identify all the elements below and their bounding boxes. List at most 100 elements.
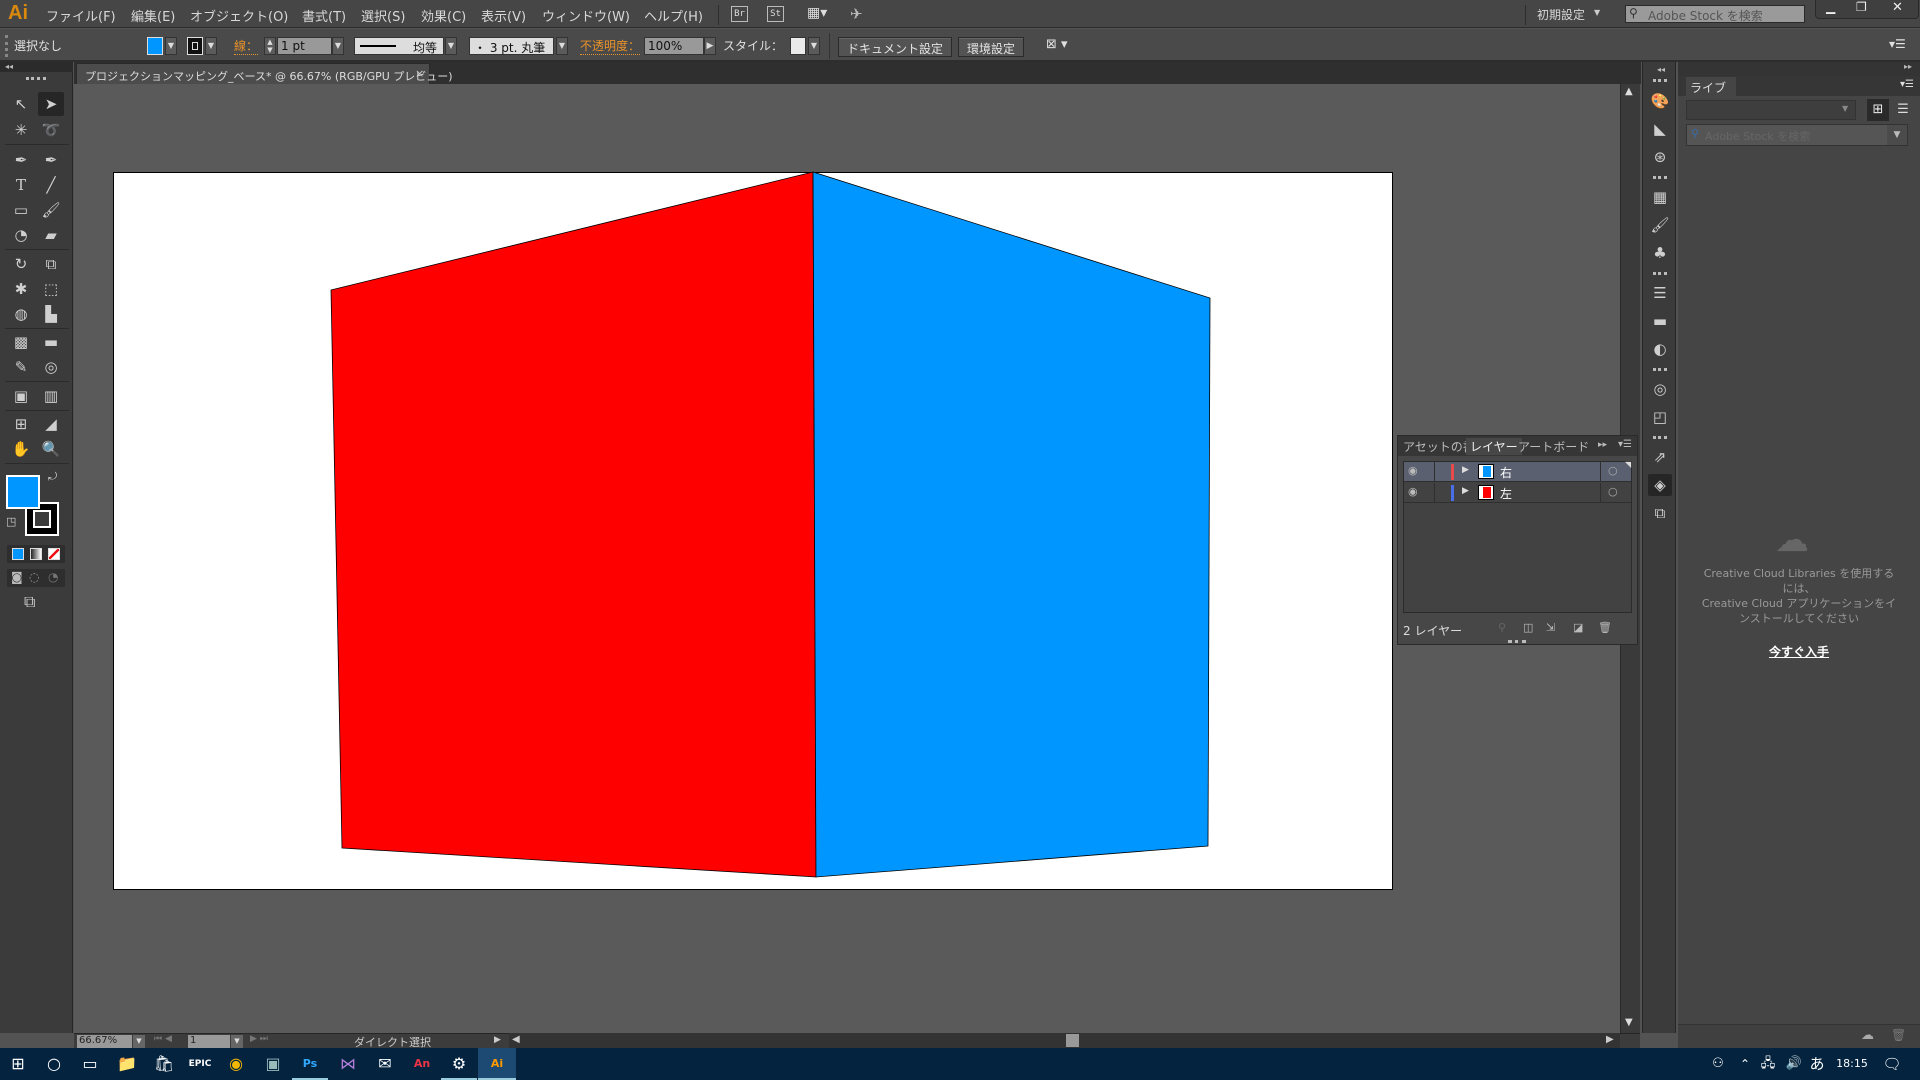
new-sublayer-icon[interactable]: ⇲ xyxy=(1546,621,1555,634)
scroll-left-arrow[interactable]: ◀ xyxy=(512,1034,520,1045)
new-layer-icon[interactable]: ◪ xyxy=(1573,621,1583,634)
selection-tool-icon[interactable]: ↖ xyxy=(8,92,34,116)
gpu-performance-icon[interactable]: ✈ xyxy=(850,5,863,23)
minimize-button[interactable]: ▁ xyxy=(1826,0,1835,14)
expand-layer-icon[interactable]: ▶ xyxy=(1462,465,1469,475)
expand-layer-icon[interactable]: ▶ xyxy=(1462,486,1469,496)
menu-help[interactable]: ヘルプ(H) xyxy=(644,6,703,25)
line-tool-icon[interactable]: ╱ xyxy=(38,173,64,197)
stroke-dropdown[interactable]: ▼ xyxy=(205,37,217,55)
draw-inside-icon[interactable]: ◔ xyxy=(48,570,58,584)
clipping-mask-icon[interactable]: ◫ xyxy=(1523,621,1533,634)
tab-libraries[interactable]: ライブラリ xyxy=(1686,77,1736,112)
workspace-switcher[interactable]: 初期設定 xyxy=(1537,6,1585,23)
horizontal-scrollbar[interactable]: ◀ ▶ xyxy=(509,1033,1620,1048)
store-icon[interactable]: 🛍 xyxy=(146,1048,182,1080)
opacity-slider-toggle[interactable]: ▶ xyxy=(704,37,716,55)
shaper-tool-icon[interactable]: ◔ xyxy=(8,223,34,247)
list-view-icon[interactable]: ☰ xyxy=(1892,99,1914,121)
dock-grip[interactable] xyxy=(1653,79,1667,82)
bridge-button[interactable]: Br xyxy=(731,6,748,22)
tab-artboards[interactable]: アートボード xyxy=(1518,438,1589,455)
zoom-dropdown[interactable]: ▼ xyxy=(133,1035,145,1048)
menu-type[interactable]: 書式(T) xyxy=(302,6,346,25)
visibility-eye-icon[interactable]: ◉ xyxy=(1408,485,1418,498)
shape-builder-tool-icon[interactable]: ◍ xyxy=(8,302,34,326)
type-tool-icon[interactable]: T xyxy=(8,173,34,197)
scroll-up-arrow[interactable]: ▲ xyxy=(1625,86,1633,97)
last-artboard-button[interactable]: ▶ ⏭ xyxy=(250,1034,268,1044)
collapse-panel-icon[interactable]: ◂◂ xyxy=(0,62,73,72)
eyedropper-tool-icon[interactable]: ✎ xyxy=(8,355,34,379)
tab-asset-export[interactable]: アセットの書 xyxy=(1403,438,1475,455)
layers-resize-grip[interactable] xyxy=(1508,640,1526,643)
draw-normal-icon[interactable]: ◙ xyxy=(11,570,23,584)
fill-dropdown[interactable]: ▼ xyxy=(165,37,177,55)
stock-search[interactable]: ⚲ Adobe Stock を検索 xyxy=(1625,5,1805,23)
get-now-link[interactable]: 今すぐ入手 xyxy=(1769,643,1829,660)
visibility-eye-icon[interactable]: ◉ xyxy=(1408,464,1418,477)
document-setup-button[interactable]: ドキュメント設定 xyxy=(838,37,953,57)
fill-swatch[interactable] xyxy=(147,37,163,55)
tools-grip[interactable] xyxy=(26,77,46,80)
restore-button[interactable]: ❐ xyxy=(1856,0,1867,14)
stroke-profile-select[interactable]: 均等 xyxy=(354,37,444,55)
expand-dock-icon[interactable]: ▸▸ xyxy=(1904,62,1912,71)
photoshop-icon[interactable]: Ps xyxy=(292,1048,328,1080)
menu-object[interactable]: オブジェクト(O) xyxy=(190,6,288,25)
menu-view[interactable]: 表示(V) xyxy=(481,6,526,25)
symbol-sprayer-tool-icon[interactable]: ▣ xyxy=(8,384,34,408)
free-transform-tool-icon[interactable]: ⬚ xyxy=(38,277,64,301)
settings-icon[interactable]: ⚙ xyxy=(441,1048,477,1080)
epic-games-icon[interactable]: EPIC xyxy=(182,1048,218,1080)
windows-start-icon[interactable]: ⊞ xyxy=(0,1048,36,1080)
menu-select[interactable]: 選択(S) xyxy=(361,6,405,25)
locate-object-icon[interactable]: ⚲ xyxy=(1498,621,1506,634)
arrange-documents-icon[interactable]: ▦▾ xyxy=(807,6,831,22)
clock[interactable]: 18:15 xyxy=(1832,1048,1872,1080)
expand-panel-icon[interactable]: ▸▸ xyxy=(1598,440,1607,450)
chrome-icon[interactable]: ◉ xyxy=(218,1048,254,1080)
scale-tool-icon[interactable]: ⧉ xyxy=(38,252,64,276)
graphic-style-swatch[interactable] xyxy=(790,37,806,55)
artboard[interactable] xyxy=(113,172,1393,890)
dock-grip[interactable] xyxy=(1653,176,1667,179)
artboard-tool-icon[interactable]: ⊞ xyxy=(8,412,34,436)
stroke-swatch[interactable] xyxy=(187,37,203,55)
gradient-panel-icon[interactable]: ▬ xyxy=(1648,310,1672,332)
hand-tool-icon[interactable]: ✋ xyxy=(8,437,34,461)
none-mode-button[interactable] xyxy=(48,548,60,560)
paintbrush-tool-icon[interactable]: 🖌 xyxy=(38,198,64,222)
fill-color-box[interactable] xyxy=(6,475,40,509)
trash-icon[interactable]: 🗑 xyxy=(1891,1028,1906,1042)
document-tab[interactable]: プロジェクションマッピング_ベース* @ 66.67% (RGB/GPU プレビ… xyxy=(76,63,453,84)
color-mode-button[interactable] xyxy=(12,548,24,560)
asset-export-panel-icon[interactable]: ⇗ xyxy=(1648,446,1672,468)
library-select[interactable]: ▼ xyxy=(1686,100,1856,120)
control-bar-grip[interactable] xyxy=(5,35,8,57)
eraser-tool-icon[interactable]: ▰ xyxy=(38,223,64,247)
app-icon[interactable]: ▣ xyxy=(255,1048,291,1080)
artboard-number-input[interactable]: 1 xyxy=(188,1035,230,1048)
menu-file[interactable]: ファイル(F) xyxy=(46,6,116,25)
stroke-panel-icon[interactable]: ☰ xyxy=(1648,282,1672,304)
gradient-mode-button[interactable] xyxy=(30,548,42,560)
stock-button[interactable]: St xyxy=(767,6,784,22)
transparency-panel-icon[interactable]: ◐ xyxy=(1648,338,1672,360)
artboards-panel-icon[interactable]: ⧉ xyxy=(1648,502,1672,524)
magic-wand-tool-icon[interactable]: ✳ xyxy=(8,118,34,142)
curvature-tool-icon[interactable]: ✒ xyxy=(38,148,64,172)
puppet-warp-tool-icon[interactable]: ✱ xyxy=(8,277,34,301)
dock-grip[interactable] xyxy=(1653,272,1667,275)
illustrator-taskbar-icon[interactable]: Ai xyxy=(478,1048,516,1080)
mesh-tool-icon[interactable]: ▩ xyxy=(8,330,34,354)
scroll-right-arrow[interactable]: ▶ xyxy=(1606,1034,1614,1045)
stroke-label[interactable]: 線： xyxy=(234,37,259,55)
brush-dropdown[interactable]: ▼ xyxy=(556,37,568,55)
layers-menu-icon[interactable]: ▾☰ xyxy=(1618,439,1632,450)
gradient-tool-icon[interactable]: ▬ xyxy=(38,330,64,354)
opacity-label[interactable]: 不透明度： xyxy=(580,37,641,55)
brush-select[interactable]: ・ 3 pt. 丸筆 xyxy=(469,37,554,55)
libraries-menu-icon[interactable]: ▾☰ xyxy=(1900,79,1914,90)
visual-studio-icon[interactable]: ⋈ xyxy=(330,1048,366,1080)
